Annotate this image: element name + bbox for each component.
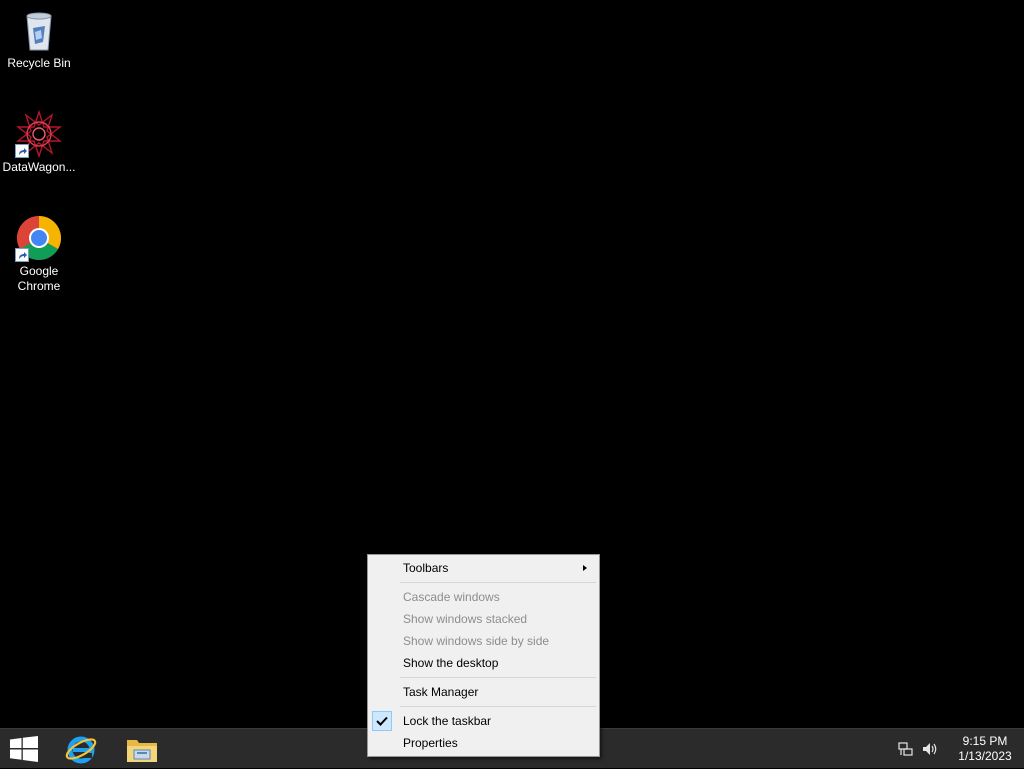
menu-item-label: Toolbars [403,561,449,575]
menu-item-task-manager[interactable]: Task Manager [370,681,597,703]
file-explorer-icon [127,740,157,762]
menu-item-label: Cascade windows [403,590,500,604]
menu-item-label: Properties [403,736,458,750]
menu-item-cascade-windows[interactable]: Cascade windows [370,586,597,608]
menu-item-properties[interactable]: Properties [370,732,597,754]
clock-date: 1/13/2023 [958,749,1012,763]
network-icon[interactable] [896,729,916,769]
desktop-icon-datawagon[interactable]: DataWagon... [0,109,78,175]
clock[interactable]: 9:15 PM 1/13/2023 [952,729,1018,769]
menu-separator [400,582,596,583]
checkmark-icon [372,711,392,731]
taskbar-file-explorer-button[interactable] [114,729,170,769]
recycle-bin-label: Recycle Bin [7,56,71,70]
internet-explorer-icon [65,736,97,764]
menu-item-show-windows-stacked[interactable]: Show windows stacked [370,608,597,630]
submenu-arrow-icon [583,565,587,571]
menu-separator [400,677,596,678]
menu-item-label: Lock the taskbar [403,714,492,728]
menu-item-label: Show windows stacked [403,612,528,626]
menu-item-label: Show the desktop [403,656,499,670]
menu-item-label: Show windows side by side [403,634,550,648]
menu-item-show-windows-side-by-side[interactable]: Show windows side by side [370,630,597,652]
menu-item-label: Task Manager [403,685,479,699]
shortcut-arrow-icon [15,144,29,158]
chrome-label-line2: Chrome [17,279,61,293]
recycle-bin-icon [15,6,63,54]
menu-separator [400,706,596,707]
shortcut-arrow-icon [15,248,29,262]
volume-icon[interactable] [920,729,940,769]
chrome-icon [15,214,63,262]
menu-item-lock-the-taskbar[interactable]: Lock the taskbar [370,710,597,732]
menu-item-show-the-desktop[interactable]: Show the desktop [370,652,597,674]
desktop-icon-google-chrome[interactable]: Google Chrome [0,214,78,294]
taskbar-context-menu: Toolbars Cascade windows Show windows st… [367,554,600,757]
datawagon-icon [15,109,63,159]
windows-logo-icon [10,736,38,762]
chrome-label-line1: Google [19,264,59,278]
system-tray: 9:15 PM 1/13/2023 [896,729,1024,769]
start-button[interactable] [0,729,48,769]
taskbar-internet-explorer-button[interactable] [53,729,109,769]
menu-item-toolbars[interactable]: Toolbars [370,557,597,579]
clock-time: 9:15 PM [962,734,1008,748]
desktop-icon-recycle-bin[interactable]: Recycle Bin [0,6,78,71]
datawagon-label: DataWagon... [2,160,76,174]
